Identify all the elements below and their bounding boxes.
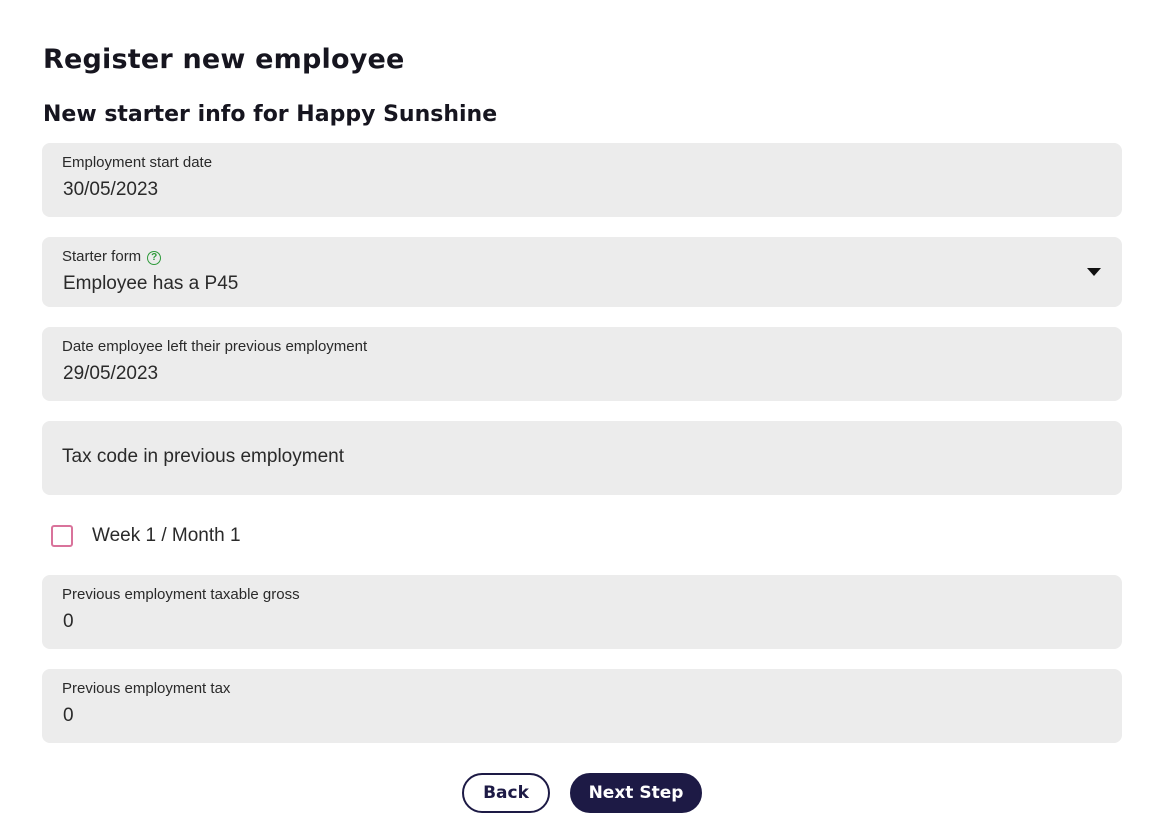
section-title: New starter info for Happy Sunshine xyxy=(43,102,498,127)
date-left-previous-employment-field[interactable]: Date employee left their previous employ… xyxy=(42,327,1122,401)
week1-month1-checkbox[interactable] xyxy=(51,525,73,547)
page-title: Register new employee xyxy=(43,44,405,75)
starter-form-label-text: Starter form xyxy=(62,248,142,265)
week1-month1-row[interactable]: Week 1 / Month 1 xyxy=(51,524,241,548)
employment-start-date-field[interactable]: Employment start date 30/05/2023 xyxy=(42,143,1122,217)
previous-employment-tax-field[interactable]: Previous employment tax 0 xyxy=(42,669,1122,743)
starter-form-select[interactable]: Starter form? Employee has a P45 xyxy=(42,237,1122,307)
week1-month1-label[interactable]: Week 1 / Month 1 xyxy=(92,525,241,547)
previous-taxable-gross-field[interactable]: Previous employment taxable gross 0 xyxy=(42,575,1122,649)
employment-start-date-value[interactable]: 30/05/2023 xyxy=(63,179,158,201)
date-left-previous-employment-label: Date employee left their previous employ… xyxy=(62,338,368,355)
tax-code-previous-employment-input[interactable]: Tax code in previous employment xyxy=(42,421,1122,495)
next-step-button[interactable]: Next Step xyxy=(570,773,702,813)
starter-form-value[interactable]: Employee has a P45 xyxy=(63,273,238,295)
tax-code-placeholder: Tax code in previous employment xyxy=(62,446,344,467)
previous-employment-tax-label: Previous employment tax xyxy=(62,680,231,697)
caret-down-icon[interactable] xyxy=(1087,268,1101,276)
employment-start-date-label: Employment start date xyxy=(62,154,213,171)
previous-employment-tax-value[interactable]: 0 xyxy=(63,705,74,727)
previous-taxable-gross-value[interactable]: 0 xyxy=(63,611,74,633)
back-button[interactable]: Back xyxy=(462,773,550,813)
starter-form-label: Starter form? xyxy=(62,248,162,265)
help-icon[interactable]: ? xyxy=(147,251,162,265)
date-left-previous-employment-value[interactable]: 29/05/2023 xyxy=(63,363,158,385)
previous-taxable-gross-label: Previous employment taxable gross xyxy=(62,586,300,603)
